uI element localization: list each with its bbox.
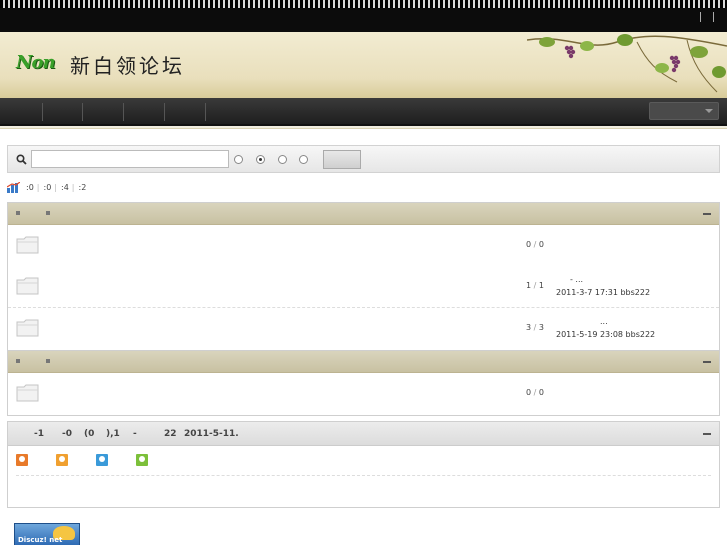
guest-user-icon: [136, 454, 148, 466]
nav-separator: [123, 103, 124, 121]
forum-stats: :0 | :0 | :4 | :2: [7, 181, 89, 193]
grape-vine-decoration: [527, 34, 727, 93]
search-input[interactable]: [31, 150, 229, 168]
online-total: -1: [34, 429, 44, 439]
bullet-icon: [46, 359, 50, 363]
topic-count: 3: [526, 323, 532, 332]
stat-value: :0: [43, 182, 52, 192]
badge-text: Discuz! net: [18, 536, 63, 544]
last-post-meta: 2011-5-19 23:08 bbs222: [556, 330, 656, 339]
post-count: 0: [538, 388, 544, 397]
chevron-down-icon: [705, 109, 713, 113]
admin-user-icon: [16, 454, 28, 466]
online-record-date: 2011-5-11.: [184, 429, 239, 439]
online-guests-close: ),1: [106, 429, 120, 439]
nav-separator: [42, 103, 43, 121]
post-count: 1: [538, 281, 544, 290]
search-icon: [16, 154, 27, 165]
folder-icon: [16, 384, 39, 402]
topic-count: 0: [526, 388, 532, 397]
forum-counts: 3 / 3: [526, 323, 544, 332]
online-members: -0: [62, 429, 72, 439]
stat-separator: |: [54, 182, 57, 192]
forum-group-header: [8, 351, 719, 373]
search-type-radio[interactable]: [299, 155, 308, 164]
last-post-meta: 2011-3-7 17:31 bbs222: [556, 288, 651, 297]
topic-count: 0: [526, 240, 532, 249]
stat-separator: |: [71, 182, 75, 192]
search-type-radio-selected[interactable]: [256, 155, 265, 164]
stat-separator: |: [36, 182, 40, 192]
forum-counts: 0 / 0: [526, 240, 544, 249]
topic-count: 1: [526, 281, 532, 290]
online-record-sep: -: [133, 429, 137, 439]
online-divider: [16, 475, 711, 476]
site-title[interactable]: 新白领论坛: [70, 50, 185, 79]
forum-row[interactable]: 3 / 3 ... 2011-5-19 23:08 bbs222: [8, 308, 719, 350]
header-banner: Non 新白领论坛: [0, 32, 727, 98]
search-type-radio[interactable]: [234, 155, 243, 164]
bullet-icon: [16, 359, 20, 363]
discuz-badge[interactable]: Discuz! net: [14, 523, 80, 545]
logo-mark[interactable]: Non: [16, 52, 56, 73]
moderator-user-icon: [56, 454, 68, 466]
stat-value: :0: [26, 182, 34, 192]
collapse-icon[interactable]: [703, 213, 711, 215]
online-users-header: -1 -0 (0 ),1 - 22 2011-5-11.: [8, 422, 719, 446]
online-guests-open: (0: [84, 429, 95, 439]
top-bar-separator: [713, 12, 714, 22]
post-count: 3: [538, 323, 544, 332]
collapse-icon[interactable]: [703, 433, 711, 435]
last-post-title[interactable]: - ...: [570, 275, 583, 284]
online-record-count: 22: [164, 429, 177, 439]
bullet-icon: [16, 211, 20, 215]
forum-counts: 0 / 0: [526, 388, 544, 397]
folder-icon: [16, 319, 39, 337]
main-nav-bar: [0, 98, 727, 126]
user-group-legend: [16, 454, 176, 466]
member-user-icon: [96, 454, 108, 466]
top-bar: [0, 0, 727, 32]
last-post-title[interactable]: ...: [600, 317, 608, 326]
forum-row[interactable]: 0 / 0: [8, 225, 719, 267]
stat-value: :2: [78, 182, 87, 192]
bullet-icon: [46, 211, 50, 215]
search-bar: [7, 145, 720, 173]
forum-row[interactable]: 0 / 0: [8, 373, 719, 415]
forum-counts: 1 / 1: [526, 281, 544, 290]
forum-group: 0 / 0: [7, 202, 720, 268]
forum-group-header: [8, 203, 719, 225]
top-zigzag-border: [0, 0, 727, 8]
stat-value: :4: [61, 182, 69, 192]
nav-separator: [205, 103, 206, 121]
chart-icon: [7, 181, 20, 193]
main-content: :0 | :0 | :4 | :2 0 / 0 1 / 1 - ... 2011…: [0, 128, 727, 545]
folder-icon: [16, 236, 39, 254]
nav-separator: [82, 103, 83, 121]
search-button[interactable]: [323, 150, 361, 169]
forum-group: 0 / 0: [7, 350, 720, 416]
nav-separator: [164, 103, 165, 121]
nav-style-select[interactable]: [649, 102, 719, 120]
forum-group-rows: 1 / 1 - ... 2011-3-7 17:31 bbs222 3 / 3 …: [7, 266, 720, 351]
forum-row[interactable]: 1 / 1 - ... 2011-3-7 17:31 bbs222: [8, 266, 719, 308]
folder-icon: [16, 277, 39, 295]
search-type-radio[interactable]: [278, 155, 287, 164]
post-count: 0: [538, 240, 544, 249]
collapse-icon[interactable]: [703, 361, 711, 363]
top-bar-separator: [700, 12, 701, 22]
online-users-box: -1 -0 (0 ),1 - 22 2011-5-11.: [7, 421, 720, 508]
